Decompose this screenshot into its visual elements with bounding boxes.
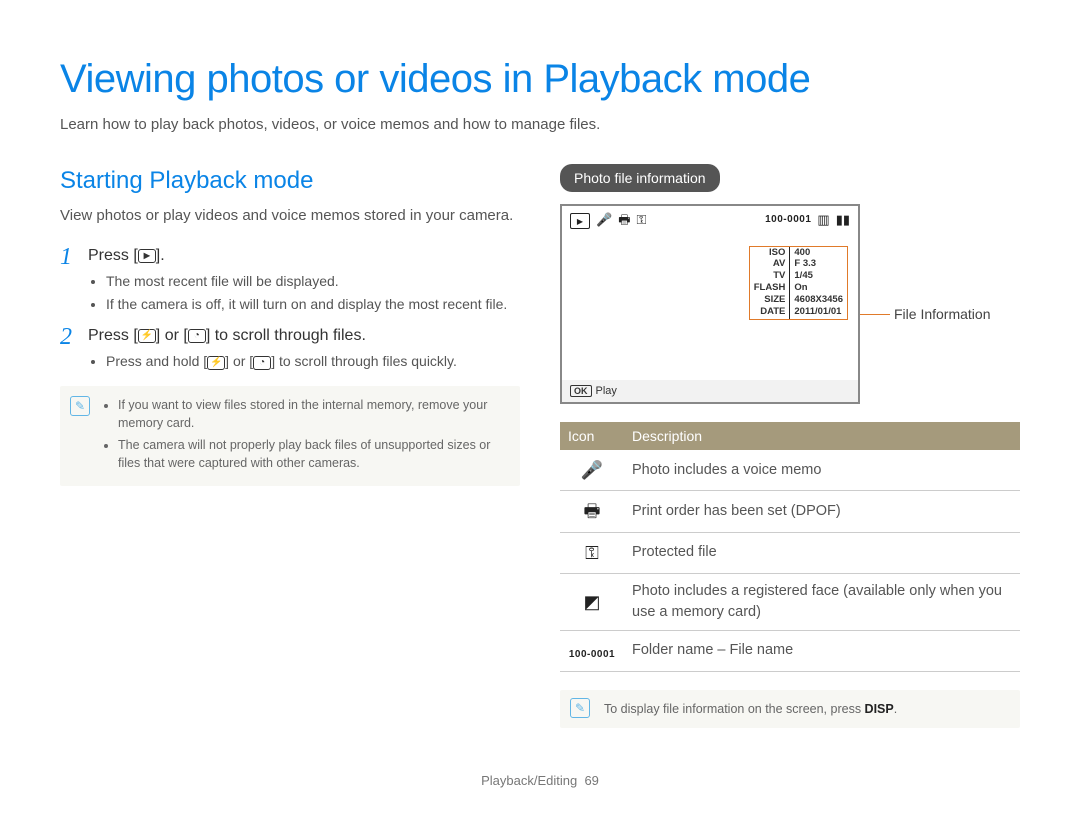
info-val: 400 xyxy=(790,247,847,259)
note-icon: ✎ xyxy=(70,396,90,416)
info-key: SIZE xyxy=(750,295,790,307)
protected-file-icon: ⚿ xyxy=(636,211,646,230)
playback-mode-icon xyxy=(570,213,590,229)
photo-file-info-pill: Photo file information xyxy=(560,164,720,192)
leader-line xyxy=(860,314,890,315)
text: Press [ xyxy=(88,327,138,344)
info-key: TV xyxy=(750,271,790,283)
timer-button-icon xyxy=(253,356,271,370)
footer-section: Playback/Editing xyxy=(481,773,577,788)
info-val: 1/45 xyxy=(790,271,847,283)
step-title: Press [ ] or [ ] to scroll through files. xyxy=(88,324,520,347)
file-info-box: ISO400 AVF 3.3 TV1/45 FLASHOn SIZE4608X3… xyxy=(749,246,848,320)
info-val: On xyxy=(790,283,847,295)
file-code: 100-0001 xyxy=(765,213,811,228)
footer-page-number: 69 xyxy=(584,773,598,788)
step-number: 2 xyxy=(60,320,72,355)
timer-button-icon xyxy=(188,329,206,343)
flash-button-icon xyxy=(138,329,156,343)
info-key: FLASH xyxy=(750,283,790,295)
protected-file-icon: ⚿ xyxy=(560,532,624,573)
note-box: ✎ If you want to view files stored in th… xyxy=(60,386,520,487)
row-desc: Photo includes a voice memo xyxy=(624,450,1020,491)
page-footer: Playback/Editing 69 xyxy=(0,772,1080,791)
text: ] to scroll through files quickly. xyxy=(271,353,457,369)
screenshot-bottombar: OK Play xyxy=(562,380,858,402)
ok-label: OK xyxy=(570,385,592,397)
th-icon: Icon xyxy=(560,422,624,450)
row-desc: Photo includes a registered face (availa… xyxy=(624,573,1020,630)
disp-button-label: DISP xyxy=(865,702,894,716)
table-row: ⚿ Protected file xyxy=(560,532,1020,573)
playback-button-icon xyxy=(138,249,156,263)
note-item: If you want to view files stored in the … xyxy=(118,396,508,432)
registered-face-icon: ◩ xyxy=(560,573,624,630)
screenshot-wrap: 🎤 🖶 ⚿ 100-0001 ▥ ▮▮ ISO400 AVF 3.3 TV1/4… xyxy=(560,204,1020,404)
step-bullet: The most recent file will be displayed. xyxy=(106,271,520,291)
note-item: The camera will not properly play back f… xyxy=(118,436,508,472)
table-row: 🎤 Photo includes a voice memo xyxy=(560,450,1020,491)
info-val: 4608X3456 xyxy=(790,295,847,307)
text: Press and hold [ xyxy=(106,353,207,369)
battery-icon: ▮▮ xyxy=(836,211,850,230)
row-desc: Print order has been set (DPOF) xyxy=(624,491,1020,532)
left-column: Starting Playback mode View photos or pl… xyxy=(60,164,520,728)
step-number: 1 xyxy=(60,240,72,275)
section-desc: View photos or play videos and voice mem… xyxy=(60,205,520,227)
page-subtitle: Learn how to play back photos, videos, o… xyxy=(60,114,1020,136)
row-desc: Protected file xyxy=(624,532,1020,573)
note-text: To display file information on the scree… xyxy=(604,702,865,716)
camera-screenshot: 🎤 🖶 ⚿ 100-0001 ▥ ▮▮ ISO400 AVF 3.3 TV1/4… xyxy=(560,204,860,404)
step-bullet: If the camera is off, it will turn on an… xyxy=(106,294,520,314)
step-title: Press []. xyxy=(88,244,520,267)
step-1: 1 Press []. The most recent file will be… xyxy=(60,244,520,314)
row-desc: Folder name – File name xyxy=(624,630,1020,671)
voice-memo-icon: 🎤 xyxy=(560,450,624,491)
text: ] or [ xyxy=(156,327,188,344)
text: ] to scroll through files. xyxy=(206,327,366,344)
note-icon: ✎ xyxy=(570,698,590,718)
info-key: ISO xyxy=(750,247,790,259)
screenshot-topbar: 🎤 🖶 ⚿ 100-0001 ▥ ▮▮ xyxy=(562,206,858,236)
info-val: F 3.3 xyxy=(790,259,847,271)
text: Press [ xyxy=(88,247,138,264)
info-key: DATE xyxy=(750,307,790,319)
memory-card-icon: ▥ xyxy=(817,211,829,230)
step-2: 2 Press [] or [] to scroll through files… xyxy=(60,324,520,371)
step-bullet: Press and hold [ ] or [ ] to scroll throug… xyxy=(106,351,520,371)
voice-memo-icon: 🎤 xyxy=(596,211,612,230)
table-row: 100-0001 Folder name – File name xyxy=(560,630,1020,671)
flash-button-icon xyxy=(207,356,225,370)
section-heading: Starting Playback mode xyxy=(60,164,520,199)
table-row: ◩ Photo includes a registered face (avai… xyxy=(560,573,1020,630)
file-info-label: File Information xyxy=(894,304,990,324)
folder-file-code: 100-0001 xyxy=(569,649,615,660)
text: ]. xyxy=(156,247,165,264)
text: ] or [ xyxy=(225,353,253,369)
play-label: Play xyxy=(596,385,617,397)
info-val: 2011/01/01 xyxy=(790,307,847,319)
th-desc: Description xyxy=(624,422,1020,450)
note-text: . xyxy=(894,702,897,716)
print-order-icon: 🖶 xyxy=(560,491,624,532)
right-column: Photo file information 🎤 🖶 ⚿ 100-0001 ▥ … xyxy=(560,164,1020,728)
info-key: AV xyxy=(750,259,790,271)
note-box: ✎ To display file information on the scr… xyxy=(560,690,1020,728)
print-order-icon: 🖶 xyxy=(618,211,630,230)
icon-description-table: Icon Description 🎤 Photo includes a voic… xyxy=(560,422,1020,672)
table-row: 🖶 Print order has been set (DPOF) xyxy=(560,491,1020,532)
page-title: Viewing photos or videos in Playback mod… xyxy=(60,50,1020,108)
